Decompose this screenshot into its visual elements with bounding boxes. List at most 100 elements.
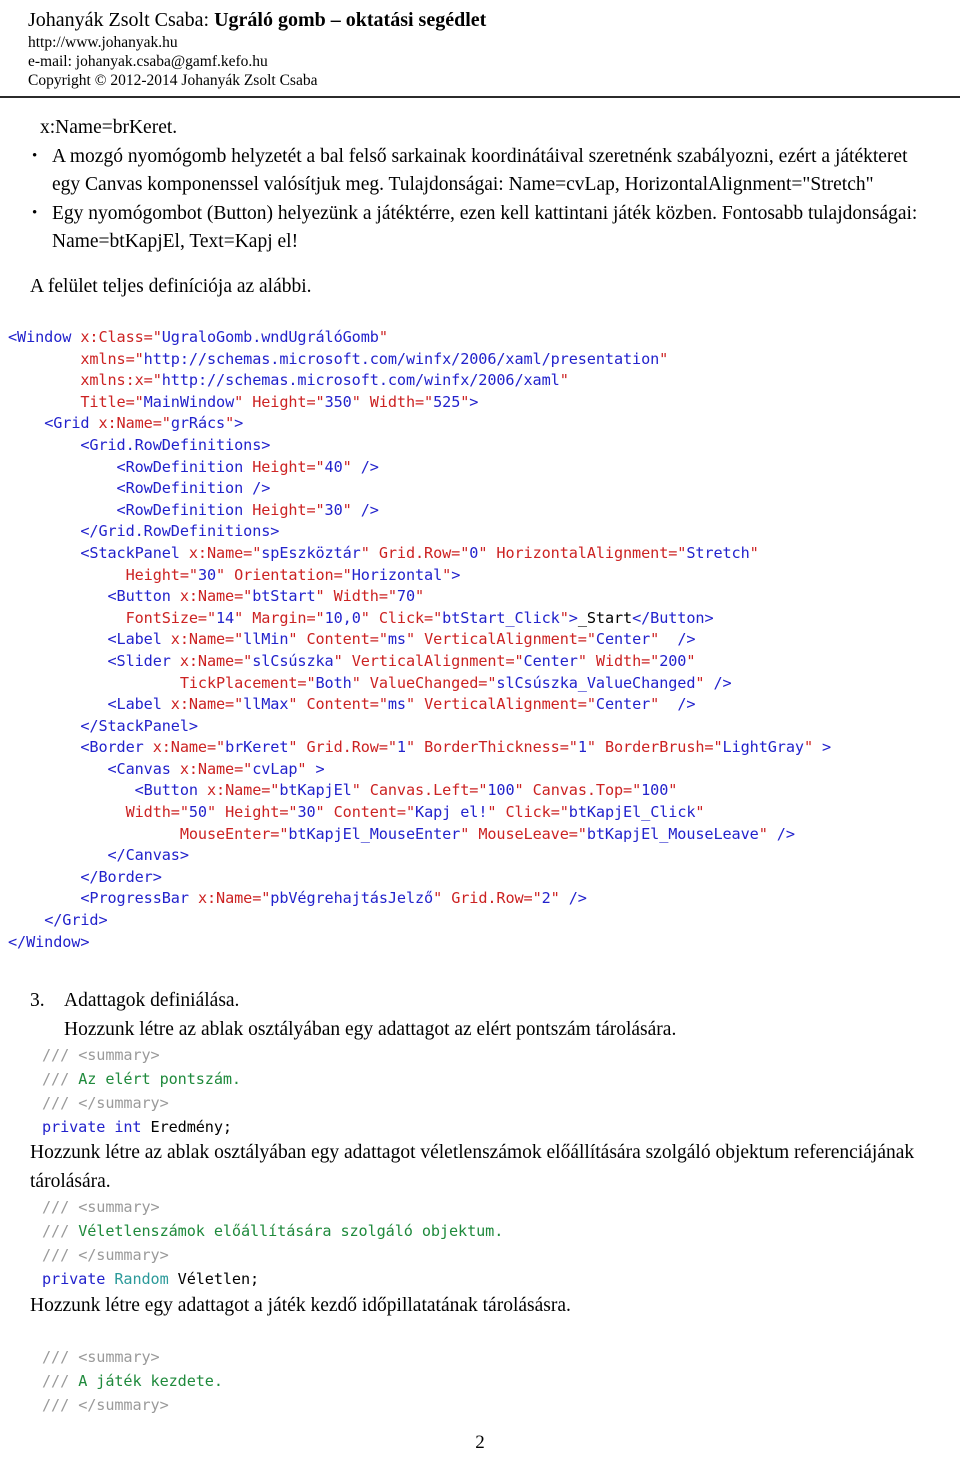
code-token-val: 0	[469, 543, 479, 562]
code-token-tag: >	[469, 392, 479, 411]
header-title-author: Johanyák Zsolt Csaba:	[28, 9, 215, 31]
code-token-val: MainWindow	[143, 392, 235, 411]
code-token-val: ms	[387, 630, 406, 649]
code-token-val: 70	[396, 587, 416, 606]
code-token-val: btStart	[252, 587, 316, 606]
code-token-tag: />	[713, 673, 732, 692]
code-token-val: 350	[324, 392, 352, 411]
code-token-attr: "	[460, 824, 479, 843]
code-token-val: llMax	[243, 695, 289, 714]
code-token-tag: <StackPanel	[80, 543, 189, 562]
code-token-val: llMin	[243, 630, 289, 649]
code-token-attr: "	[586, 738, 605, 757]
code-token-attr: "	[315, 587, 334, 606]
code-token-val: 2	[541, 889, 551, 908]
list-item: Egy nyomógombot (Button) helyezünk a ját…	[30, 199, 932, 257]
csharp-code-2-content: /// <summary> /// Véletlenszámok előállí…	[42, 1198, 503, 1287]
code-token-attr: "	[433, 889, 452, 908]
code-token-cmt: </summary>	[78, 1395, 169, 1414]
code-token-attr: "	[650, 630, 678, 649]
code-token-attr: Content="	[333, 803, 416, 822]
code-token-cmt: <summary>	[78, 1046, 160, 1065]
code-token-attr: x:Name="	[179, 759, 253, 778]
code-token-attr: x:Name="	[170, 630, 244, 649]
code-token-kw: private int	[42, 1117, 151, 1136]
code-token-tag: </StackPanel>	[80, 716, 198, 735]
code-token-attr: Height="	[252, 457, 325, 476]
code-token-tag: <Button	[107, 587, 180, 606]
code-token-attr: x:Class="	[80, 328, 162, 346]
code-token-val: 1	[577, 738, 587, 757]
code-token-val: btKapjEl_Click	[568, 803, 696, 822]
code-token-attr: x:Name="	[179, 587, 253, 606]
code-token-attr: "	[442, 565, 452, 584]
code-token-val: brKeret	[225, 738, 289, 757]
header-title: Johanyák Zsolt Csaba: Ugráló gomb – okta…	[28, 8, 932, 33]
code-token-attr: TickPlacement="	[179, 673, 316, 692]
code-token-val: 14	[216, 608, 235, 627]
code-token-attr: "	[206, 803, 226, 822]
code-token-attr: "	[758, 824, 777, 843]
code-token-cmt: ///	[42, 1246, 79, 1264]
code-token-attr: "	[216, 565, 235, 584]
code-token-attr: "	[695, 673, 714, 692]
code-token-attr: x:Name="	[98, 414, 171, 433]
code-token-attr: x:Name="	[188, 543, 262, 562]
code-token-tag: </Window>	[8, 932, 90, 951]
code-token-attr: "	[342, 500, 361, 519]
code-token-val: Center	[523, 651, 578, 670]
code-token-tag: <Button	[134, 781, 207, 800]
code-token-attr: "	[234, 608, 253, 627]
code-token-tag: <Label	[107, 630, 171, 649]
csharp-code-block-1: /// <summary> /// Az elért pontszám. ///…	[0, 1044, 960, 1139]
code-token-val: grRács	[170, 414, 226, 433]
code-token-attr: "	[234, 392, 253, 411]
code-token-tag: </Grid.RowDefinitions>	[80, 522, 280, 541]
code-token-attr: BorderThickness="	[424, 738, 578, 757]
section-3-line-1: Hozzunk létre az ablak osztályában egy a…	[64, 1018, 677, 1040]
code-token-type: Random	[114, 1269, 178, 1288]
code-token-val: Kapj el!	[415, 803, 488, 822]
code-token-attr: Width="	[369, 392, 434, 411]
code-token-val: Center	[595, 695, 651, 714]
code-token-attr: x:Name="	[197, 889, 271, 908]
code-token-cmt: ///	[42, 1046, 79, 1065]
code-token-val: 30	[197, 565, 217, 584]
code-token-val: Horizontal	[351, 565, 443, 584]
code-token-attr: "	[695, 803, 705, 822]
section-3: 3. Adattagok definiálása. Hozzunk létre …	[0, 987, 960, 1044]
intro-section: x:Name=brKeret. A mozgó nyomógomb helyze…	[0, 114, 960, 301]
code-token-val: slCsúszka	[252, 651, 334, 670]
code-token-attr: "	[297, 759, 316, 778]
code-token-tag: <RowDefinition	[116, 500, 253, 519]
code-token-val: 30	[297, 803, 316, 822]
code-token-attr: x:Name="	[206, 781, 280, 800]
code-token-tag: </Border>	[80, 867, 162, 886]
code-token-attr: MouseLeave="	[478, 824, 587, 843]
header-website: http://www.johanyak.hu	[28, 34, 178, 51]
code-token-tag: <Border	[80, 738, 153, 757]
section-3-line-2: Hozzunk létre az ablak osztályában egy a…	[30, 1142, 915, 1192]
code-token-tag: <Label	[107, 695, 171, 714]
code-token-tag: <Grid	[44, 414, 99, 433]
code-token-cmt: </summary>	[78, 1093, 169, 1112]
code-token-tag: <RowDefinition />	[116, 479, 271, 498]
code-token-attr: MouseEnter="	[179, 824, 289, 843]
code-token-attr: Height="	[252, 392, 325, 411]
code-token-tag: <Grid.RowDefinitions>	[80, 435, 271, 454]
code-token-attr: FontSize="	[125, 608, 217, 627]
code-token-val: http://schemas.microsoft.com/winfx/2006/…	[143, 349, 660, 368]
code-token-attr: x:Name="	[170, 695, 244, 714]
